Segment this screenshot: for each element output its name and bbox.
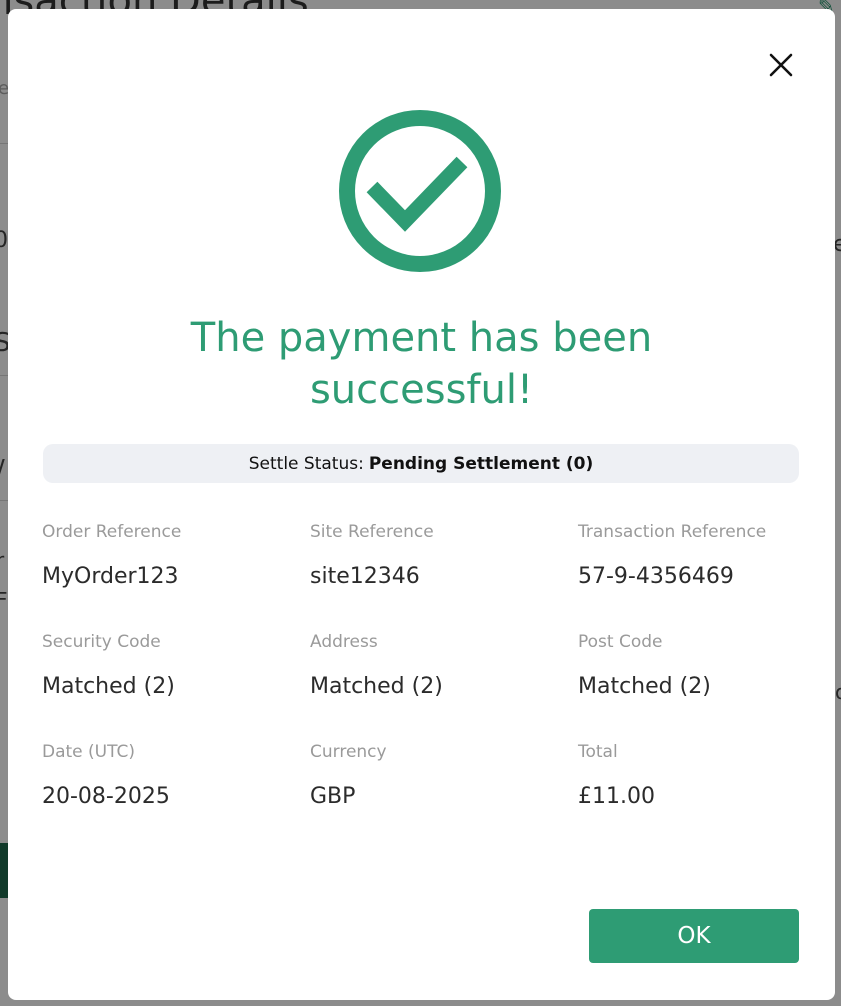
check-circle-icon: [339, 110, 501, 272]
field-label: Address: [310, 632, 378, 652]
field-post-code: Post Code Matched (2): [578, 631, 828, 701]
settle-status-value: Pending Settlement (0): [368, 453, 594, 474]
field-transaction-reference: Transaction Reference 57-9-4356469: [578, 521, 828, 591]
field-label: Security Code: [42, 632, 161, 652]
field-order-reference: Order Reference MyOrder123: [42, 521, 292, 591]
field-label: Transaction Reference: [578, 522, 767, 542]
field-address: Address Matched (2): [310, 631, 560, 701]
field-value: £11.00: [578, 784, 655, 809]
field-label: Total: [578, 742, 618, 762]
settle-status-bar: Settle Status: Pending Settlement (0): [43, 444, 799, 483]
field-value: 57-9-4356469: [578, 564, 734, 589]
field-currency: Currency GBP: [310, 741, 560, 811]
field-security-code: Security Code Matched (2): [42, 631, 292, 701]
field-total: Total £11.00: [578, 741, 828, 811]
close-button[interactable]: [763, 47, 799, 83]
field-site-reference: Site Reference site12346: [310, 521, 560, 591]
field-value: MyOrder123: [42, 564, 179, 589]
field-value: 20-08-2025: [42, 784, 170, 809]
success-headline: The payment has been successful!: [8, 312, 835, 416]
success-headline-line-1: The payment has been: [190, 315, 653, 361]
field-value: site12346: [310, 564, 420, 589]
payment-success-modal: The payment has been successful! Settle …: [8, 9, 835, 1000]
field-value: Matched (2): [578, 674, 711, 699]
close-icon: [769, 53, 793, 77]
success-headline-line-2: successful!: [309, 367, 534, 413]
field-value: GBP: [310, 784, 356, 809]
field-value: Matched (2): [310, 674, 443, 699]
field-label: Order Reference: [42, 522, 182, 542]
field-date-utc: Date (UTC) 20-08-2025: [42, 741, 292, 811]
field-label: Date (UTC): [42, 742, 136, 762]
ok-button[interactable]: OK: [589, 909, 799, 963]
settle-status-label: Settle Status:: [248, 453, 364, 474]
field-value: Matched (2): [42, 674, 175, 699]
field-label: Site Reference: [310, 522, 434, 542]
field-label: Currency: [310, 742, 387, 762]
field-label: Post Code: [578, 632, 663, 652]
